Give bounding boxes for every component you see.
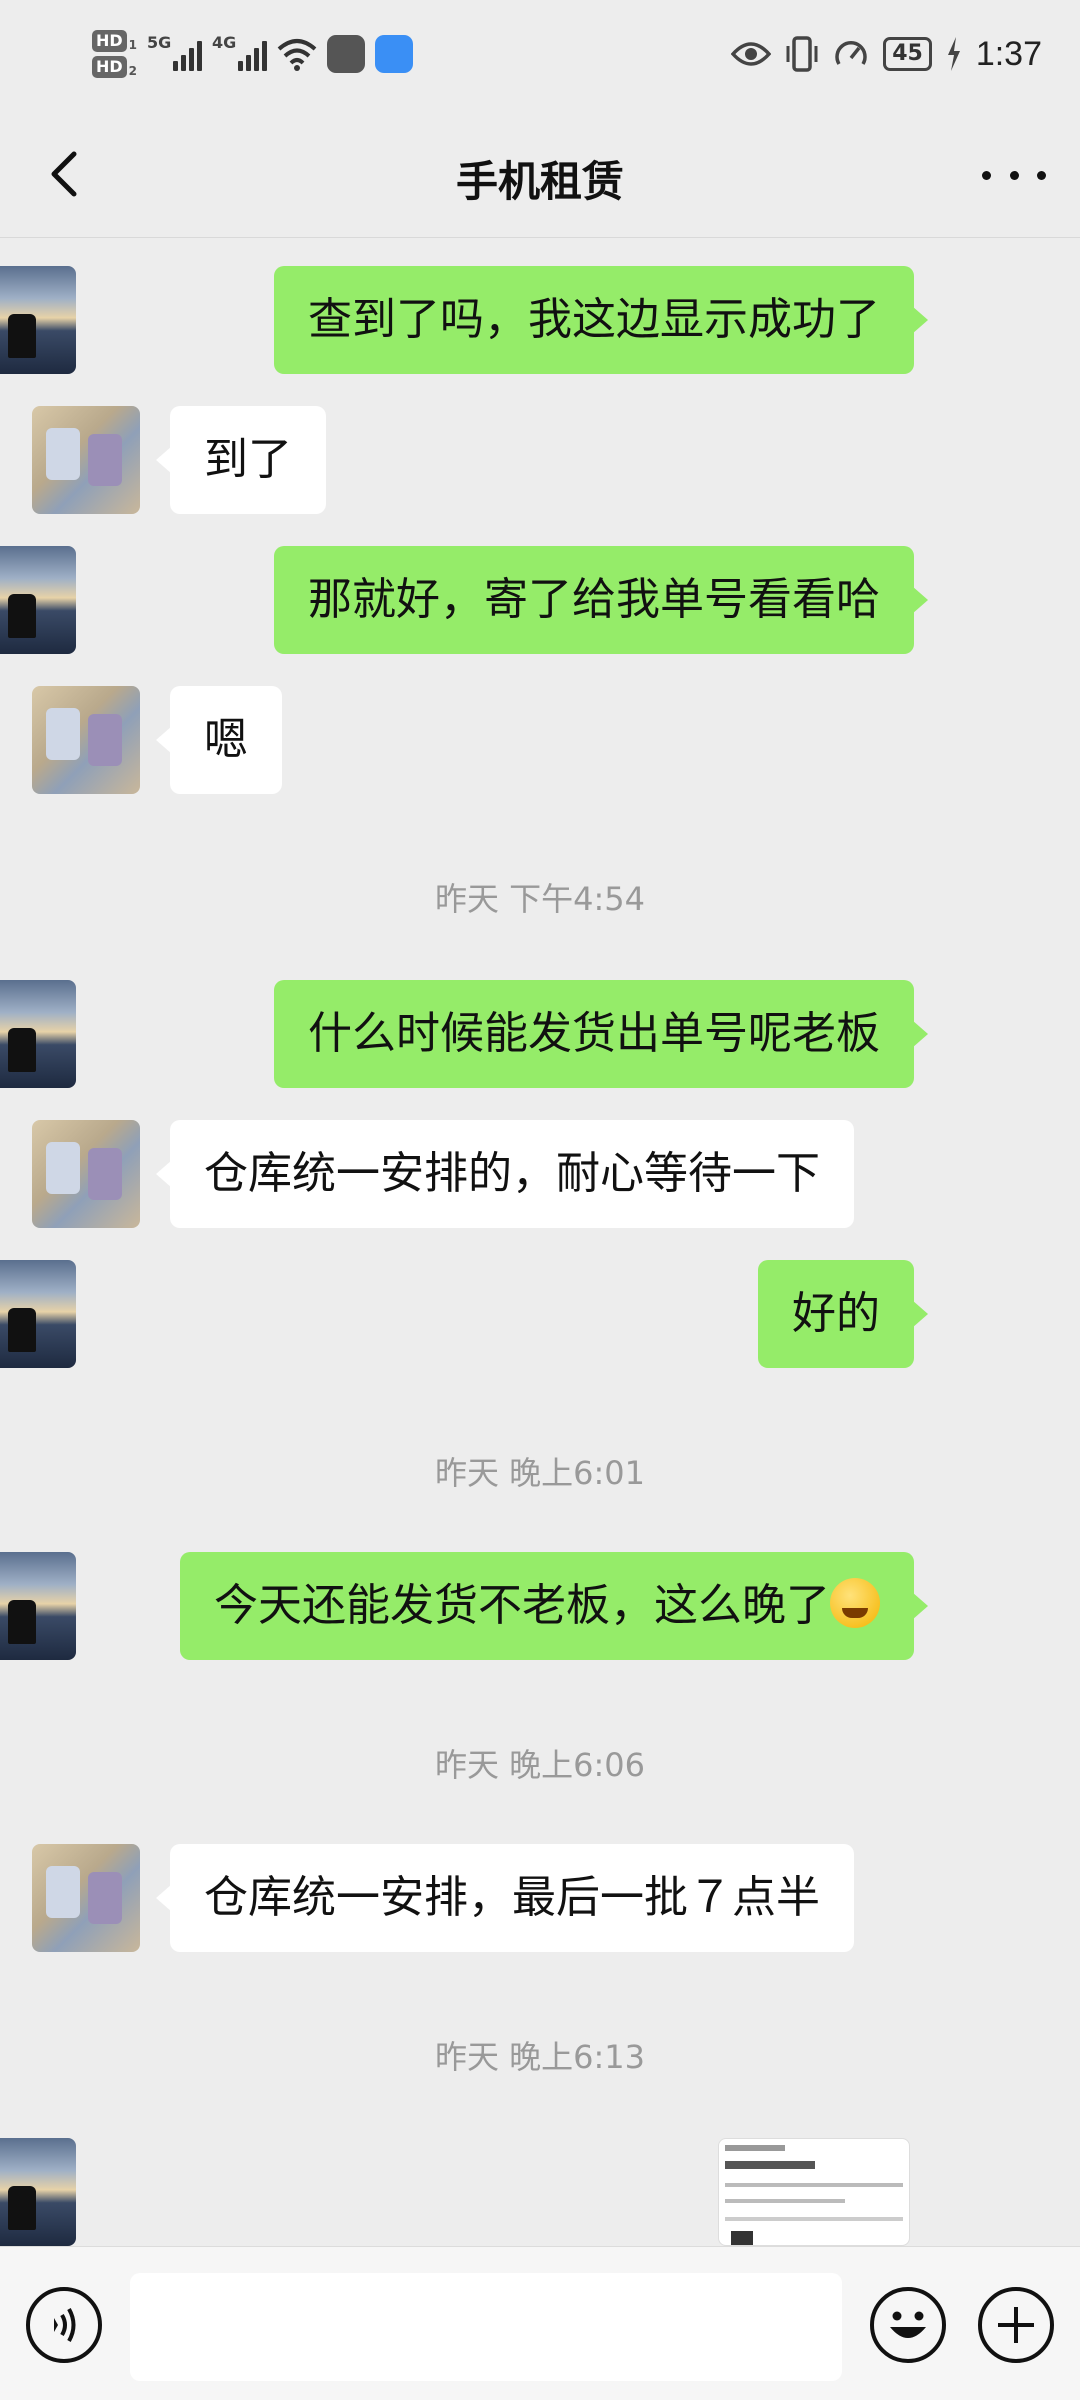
more-button[interactable]: [982, 150, 1046, 200]
more-dot-icon: [1037, 170, 1046, 180]
data-saver-icon: [835, 41, 867, 65]
sim-number-2: 2: [128, 64, 138, 78]
message-row: 好的: [0, 1232, 1080, 1368]
sim-2: HD 2: [92, 56, 137, 78]
battery-icon: 45: [883, 37, 932, 71]
timestamp: 昨天 晚上6:13: [434, 2038, 646, 2076]
message-bubble-received[interactable]: 仓库统一安排，最后一批７点半: [156, 1844, 854, 1952]
chat-header: 手机租赁: [0, 110, 1080, 238]
voice-button[interactable]: [26, 2287, 102, 2363]
my-avatar[interactable]: [0, 1260, 76, 1368]
my-avatar[interactable]: [0, 1552, 76, 1660]
vibrate-icon: [786, 36, 818, 72]
message-row: 今天还能发货不老板，这么晚了: [0, 1524, 1080, 1660]
my-avatar[interactable]: [0, 980, 76, 1088]
sim-1: HD 1: [92, 30, 137, 52]
message-row: 到了: [0, 378, 1080, 514]
my-avatar[interactable]: [0, 546, 76, 654]
chat-title: 手机租赁: [455, 157, 624, 206]
message-row: 仓库统一安排的，耐心等待一下: [0, 1092, 1080, 1228]
more-functions-button[interactable]: [978, 2287, 1054, 2363]
message-row: 什么时候能发货出单号呢老板: [0, 952, 1080, 1088]
contact-avatar[interactable]: [32, 1844, 140, 1952]
message-row: 那就好，寄了给我单号看看哈: [0, 518, 1080, 654]
voice-icon: [54, 2308, 76, 2342]
message-bubble-sent[interactable]: 什么时候能发货出单号呢老板: [274, 980, 928, 1088]
contact-avatar[interactable]: [32, 1120, 140, 1228]
more-dot-icon: [1009, 170, 1019, 180]
status-right: 45 1:37: [731, 22, 1042, 86]
signal-4g-label: 4G: [212, 33, 237, 52]
hd-badge-1: HD: [92, 30, 127, 52]
message-bubble-sent[interactable]: 查到了吗，我这边显示成功了: [274, 266, 928, 374]
my-avatar[interactable]: [0, 266, 76, 374]
message-row: 查到了吗，我这边显示成功了: [0, 238, 1080, 374]
message-row: 仓库统一安排，最后一批７点半: [0, 1816, 1080, 1952]
timestamp: 昨天 晚上6:01: [434, 1454, 646, 1492]
message-bubble-sent[interactable]: 那就好，寄了给我单号看看哈: [274, 546, 928, 654]
message-input[interactable]: [130, 2273, 842, 2381]
message-row: [0, 2110, 1080, 2246]
hd-badge-2: HD: [92, 56, 127, 78]
status-left: HD 1 HD 2 5G 4G: [92, 22, 414, 86]
timestamp: 昨天 下午4:54: [434, 880, 646, 918]
charging-icon: [947, 37, 960, 71]
cloud-app-icon: [375, 35, 414, 73]
crying-laughing-emoji-icon: [830, 1578, 880, 1628]
message-text: 今天还能发货不老板，这么晚了: [214, 1580, 830, 1631]
clock: 1:37: [975, 34, 1042, 73]
sim-number-1: 1: [128, 38, 138, 52]
more-dot-icon: [982, 170, 991, 180]
message-list[interactable]: 查到了吗，我这边显示成功了 到了 那就好，寄了给我单号看看哈 嗯 昨天 下午4:…: [0, 238, 1080, 2246]
timestamp: 昨天 晚上6:06: [434, 1746, 646, 1784]
image-message[interactable]: [718, 2138, 910, 2246]
my-avatar[interactable]: [0, 2138, 76, 2246]
message-bubble-sent[interactable]: 今天还能发货不老板，这么晚了: [180, 1552, 928, 1660]
signal-4g-icon: 4G: [212, 33, 268, 71]
message-bubble-received[interactable]: 仓库统一安排的，耐心等待一下: [156, 1120, 854, 1228]
message-bubble-received[interactable]: 嗯: [156, 686, 282, 794]
contact-avatar[interactable]: [32, 686, 140, 794]
emoji-button[interactable]: [870, 2287, 946, 2363]
eye-icon: [731, 42, 772, 66]
speedometer-app-icon: [327, 35, 366, 73]
emoji-icon: [890, 2311, 926, 2338]
sim-indicators: HD 1 HD 2: [92, 30, 137, 78]
contact-avatar[interactable]: [32, 406, 140, 514]
plus-icon: [998, 2307, 1034, 2343]
signal-5g-label: 5G: [147, 33, 172, 52]
input-bar: [0, 2246, 1080, 2400]
message-row: 嗯: [0, 658, 1080, 794]
wifi-icon: [277, 39, 317, 71]
message-bubble-received[interactable]: 到了: [156, 406, 326, 514]
status-bar: HD 1 HD 2 5G 4G 45 1:37: [0, 0, 1080, 110]
signal-5g-icon: 5G: [147, 33, 203, 71]
message-bubble-sent[interactable]: 好的: [758, 1260, 928, 1368]
